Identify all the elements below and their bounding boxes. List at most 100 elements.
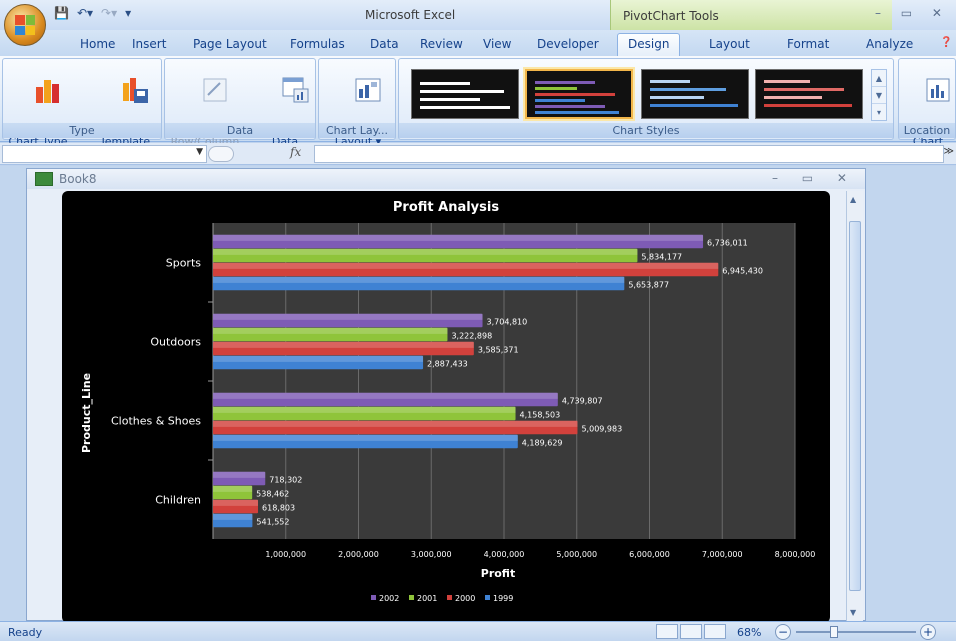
bar-highlight [213,499,259,506]
tab-analyze[interactable]: Analyze [866,37,913,51]
chart-styles-scroll[interactable]: ▲ ▼ ▾ [871,69,887,121]
scroll-up-arrow-icon[interactable]: ▲ [850,195,856,204]
data-label: 6,736,011 [707,238,748,247]
tab-page-layout[interactable]: Page Layout [193,37,267,51]
bar-highlight [213,485,253,492]
chart-style-4[interactable] [755,69,863,119]
tab-home[interactable]: Home [80,37,115,51]
name-box[interactable]: ▼ [2,145,207,163]
data-label: 541,552 [256,517,289,526]
save-icon[interactable]: 💾 [54,6,69,20]
formula-input[interactable] [314,145,944,163]
x-tick-label: 7,000,000 [702,550,743,559]
data-label: 4,739,807 [562,396,603,405]
formula-bar: ▼ fx ≫ [0,143,956,165]
context-tools-header: PivotChart Tools [610,0,892,30]
data-label: 5,653,877 [628,280,669,289]
group-data-label: Data [165,123,315,138]
data-label: 3,585,371 [478,345,519,354]
data-label: 3,222,898 [451,331,492,340]
zoom-level[interactable]: 68% [737,626,761,639]
group-chart-styles: ▲ ▼ ▾ Chart Styles [398,58,894,140]
scroll-down-arrow-icon[interactable]: ▼ [850,608,856,617]
formula-cancel-icon[interactable] [208,146,234,162]
bar-highlight [213,406,516,413]
x-axis-title: Profit [481,567,515,580]
x-tick-label: 4,000,000 [484,550,525,559]
redo-icon[interactable]: ↷▾ [101,6,117,20]
zoom-out-icon[interactable]: − [775,624,791,640]
office-button[interactable] [4,4,46,46]
legend-swatch-2000 [447,595,452,600]
pivot-chart[interactable]: Profit Analysis 6,736,011 5,834,177 6,945,… [62,191,830,623]
expand-formula-bar-icon[interactable]: ≫ [944,146,954,157]
tab-format[interactable]: Format [787,37,829,51]
save-template-icon [123,78,149,103]
group-chart-layouts: Quick Layout ▾ Chart Lay... [318,58,396,148]
chart-style-3[interactable] [641,69,749,119]
category-labels: Sports Outdoors Clothes & Shoes Children [111,257,201,507]
window-controls[interactable]: – ▭ ✕ [875,6,950,20]
customize-qat-icon[interactable]: ▾ [125,6,131,20]
office-logo-icon [15,15,35,35]
data-label: 718,302 [269,475,302,484]
x-tick-labels: 1,000,000 2,000,000 3,000,000 4,000,000 5,00… [265,550,815,559]
workbook-window-controls[interactable]: – ▭ ✕ [772,171,857,185]
ribbon: Change Chart Type Save As Template Type … [0,56,956,148]
bar-highlight [213,234,704,241]
insert-function-icon[interactable]: fx [290,145,301,159]
bar-highlight [213,513,253,520]
tab-developer[interactable]: Developer [537,37,599,51]
zoom-in-icon[interactable]: + [920,624,936,640]
bar-highlight [213,276,625,283]
app-title: Microsoft Excel [365,8,456,22]
workbook-name: Book8 [59,172,97,186]
tab-view[interactable]: View [483,37,511,51]
page-break-view-icon[interactable] [704,624,726,639]
bar-highlight [213,355,424,362]
chart-svg: Profit Analysis 6,736,011 5,834,177 6,945,… [80,200,815,603]
scroll-up-icon[interactable]: ▲ [872,70,886,87]
vertical-scrollbar[interactable]: ▲ ▼ [846,191,863,621]
bar-highlight [213,471,266,478]
undo-icon[interactable]: ↶▾ [77,6,93,20]
move-chart-icon [926,78,950,102]
help-icon[interactable]: ❓ [940,37,952,48]
excel-workbook-icon [35,172,53,186]
zoom-slider-knob[interactable] [830,626,838,638]
scroll-thumb[interactable] [849,221,861,591]
tab-insert[interactable]: Insert [132,37,166,51]
page-layout-view-icon[interactable] [680,624,702,639]
bar-highlight [213,434,518,441]
chart-style-1[interactable] [411,69,519,119]
group-location: Move Chart Location [898,58,956,148]
tab-review[interactable]: Review [420,37,463,51]
legend-swatch-2002 [371,595,376,600]
scroll-down-icon[interactable]: ▼ [872,87,886,104]
chart-legend[interactable]: 2002 2001 2000 1999 [371,594,513,603]
x-tick-label: 2,000,000 [338,550,379,559]
data-label: 5,834,177 [641,252,682,261]
data-label: 5,009,983 [581,424,622,433]
name-box-dropdown-icon[interactable]: ▼ [196,147,203,157]
data-label: 538,462 [256,489,289,498]
view-buttons [656,624,726,639]
tab-formulas[interactable]: Formulas [290,37,345,51]
normal-view-icon[interactable] [656,624,678,639]
zoom-slider-track[interactable] [796,631,916,633]
x-tick-label: 6,000,000 [629,550,670,559]
select-data-icon [282,77,309,103]
bar-highlight [213,392,558,399]
category-label: Sports [166,257,202,270]
chart-style-2[interactable] [525,69,633,119]
context-tools-title: PivotChart Tools [623,9,719,23]
workbook-titlebar: Book8 – ▭ ✕ [27,169,865,189]
status-ready: Ready [8,626,43,639]
tab-design[interactable]: Design [617,33,681,57]
x-tick-label: 8,000,000 [775,550,816,559]
more-styles-icon[interactable]: ▾ [872,104,886,121]
data-label: 3,704,810 [487,317,528,326]
tab-layout[interactable]: Layout [709,37,750,51]
workspace: Book8 – ▭ ✕ Profit Analysis 6,736,011 5,8… [0,166,956,623]
tab-data[interactable]: Data [370,37,399,51]
